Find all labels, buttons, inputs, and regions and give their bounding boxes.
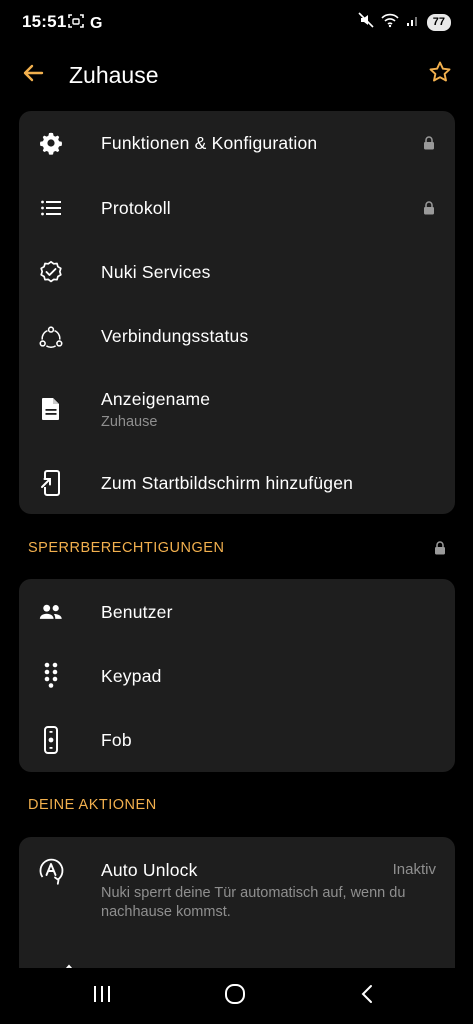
wifi-icon	[381, 12, 399, 33]
nav-back-icon	[360, 984, 374, 1009]
recents-icon	[92, 985, 112, 1008]
screenshot-icon	[68, 13, 84, 34]
lock-icon	[423, 136, 435, 150]
menu-item-startbildschirm[interactable]: Zum Startbildschirm hinzufügen	[19, 448, 455, 514]
system-back-button[interactable]	[352, 983, 382, 1009]
menu-item-funktionen[interactable]: Funktionen & Konfiguration	[19, 111, 455, 176]
signal-icon	[406, 13, 420, 32]
battery-indicator: 77	[426, 14, 451, 31]
action-description: Nuki sperrt deine Tür automatisch auf, w…	[101, 885, 406, 920]
document-icon	[39, 397, 63, 421]
verified-badge-icon	[39, 260, 63, 284]
status-bar: 15:51 G 77	[0, 0, 473, 44]
home-circle-icon	[224, 983, 246, 1010]
menu-item-nuki-services[interactable]: Nuki Services	[19, 240, 455, 304]
auto-unlock-icon	[36, 855, 66, 885]
menu-item-label: Verbindungsstatus	[101, 326, 249, 346]
add-to-homescreen-icon	[39, 470, 63, 496]
arrow-left-icon	[22, 62, 44, 89]
gear-icon	[39, 131, 63, 155]
app-bar: Zuhause	[0, 50, 473, 100]
star-outline-icon	[428, 60, 452, 89]
menu-item-verbindungsstatus[interactable]: Verbindungsstatus	[19, 304, 455, 368]
back-button[interactable]	[18, 60, 48, 90]
status-left-icons: G	[68, 13, 102, 34]
permissions-card: Benutzer Keypad Fob	[19, 579, 455, 772]
favorite-button[interactable]	[425, 59, 455, 89]
menu-item-label: Anzeigename	[101, 389, 211, 409]
action-item-auto-unlock[interactable]: Auto Unlock Inaktiv Nuki sperrt deine Tü…	[19, 837, 455, 937]
page-title: Zuhause	[69, 62, 159, 88]
mute-icon	[358, 12, 374, 33]
home-button[interactable]	[220, 983, 250, 1009]
permission-item-keypad[interactable]: Keypad	[19, 643, 455, 708]
permission-label: Fob	[101, 730, 132, 750]
lock-icon	[423, 201, 435, 215]
section-header-actions: DEINE AKTIONEN	[28, 797, 157, 813]
menu-item-sublabel: Zuhause	[101, 414, 158, 430]
permission-item-benutzer[interactable]: Benutzer	[19, 579, 455, 643]
main-menu-card: Funktionen & Konfiguration Protokoll Nuk…	[19, 111, 455, 514]
permission-item-fob[interactable]: Fob	[19, 708, 455, 772]
menu-item-label: Zum Startbildschirm hinzufügen	[101, 473, 354, 493]
section-header-permissions: SPERRBERECHTIGUNGEN	[28, 540, 225, 556]
menu-item-label: Nuki Services	[101, 262, 211, 282]
connection-nodes-icon	[39, 325, 63, 349]
users-icon	[39, 600, 63, 624]
keypad-icon	[39, 662, 63, 688]
g-app-icon: G	[90, 14, 103, 32]
menu-item-anzeigename[interactable]: Anzeigename Zuhause	[19, 368, 455, 448]
status-time: 15:51	[22, 12, 67, 31]
fob-icon	[39, 726, 63, 754]
navigation-bar	[0, 968, 473, 1024]
action-label: Auto Unlock	[101, 860, 198, 880]
menu-item-label: Protokoll	[101, 198, 171, 218]
permission-label: Benutzer	[101, 602, 173, 622]
menu-item-label: Funktionen & Konfiguration	[101, 133, 318, 153]
list-icon	[39, 196, 63, 220]
permission-label: Keypad	[101, 666, 162, 686]
status-right-icons: 77	[358, 12, 451, 33]
action-status: Inaktiv	[392, 861, 436, 878]
lock-icon	[434, 541, 446, 555]
menu-item-protokoll[interactable]: Protokoll	[19, 176, 455, 240]
recents-button[interactable]	[87, 983, 117, 1009]
